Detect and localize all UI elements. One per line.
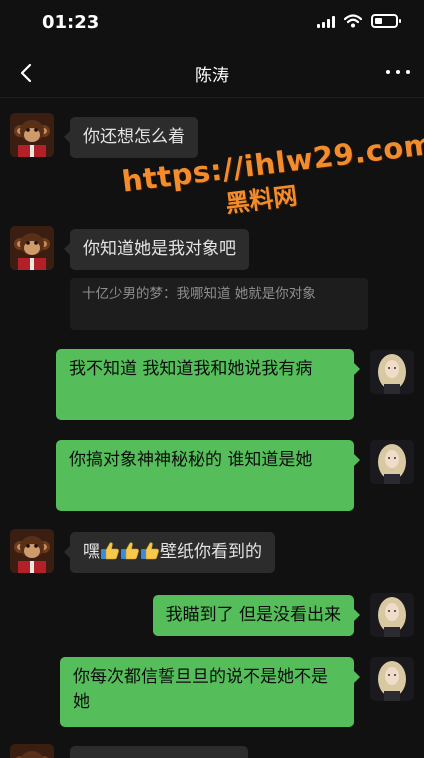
message-text-suffix: 壁纸你看到的 [160,542,262,562]
watermark-site-name: 黑料网 [223,181,299,219]
wifi-icon [344,14,362,28]
cellular-signal-icon [317,15,335,28]
chat-title: 陈涛 [195,66,229,86]
self-avatar[interactable] [370,440,414,484]
contact-avatar[interactable] [10,529,54,573]
message-bubble-incoming-partial[interactable] [70,746,248,758]
self-avatar[interactable] [370,657,414,701]
self-avatar[interactable] [370,350,414,394]
message-bubble-incoming[interactable]: 嘿 壁纸你看到的 [64,532,275,573]
contact-avatar[interactable] [10,744,54,758]
message-bubble-outgoing[interactable]: 我瞄到了 但是没看出来 [152,595,361,636]
thumbs-up-emoji-icon [120,542,139,560]
message-bubble-outgoing[interactable]: 你搞对象神神秘秘的 谁知道是她 [56,440,360,511]
self-avatar[interactable] [370,593,414,637]
contact-avatar[interactable] [10,226,54,270]
contact-avatar[interactable] [10,113,54,157]
nav-bar: 陈涛 [0,48,424,98]
message-bubble-outgoing[interactable]: 我不知道 我知道我和她说我有病 [56,349,360,420]
thumbs-up-emoji-icon [100,542,119,560]
message-bubble-outgoing[interactable]: 你每次都信誓旦旦的说不是她不是她 [60,657,360,727]
thumbs-up-emoji-icon [140,542,159,560]
status-icons [317,14,401,28]
message-text-prefix: 嘿 [83,542,100,562]
battery-fill [375,18,382,24]
status-time: 01:23 [42,12,100,33]
quoted-reply[interactable]: 十亿少男的梦：我哪知道 她就是你对象 [70,278,368,330]
message-bubble-incoming[interactable]: 你还想怎么着 [64,117,198,158]
message-bubble-incoming[interactable]: 你知道她是我对象吧 [64,229,249,270]
more-dots-icon[interactable] [386,62,410,82]
status-bar: 01:23 [0,0,424,48]
battery-icon [371,14,401,28]
